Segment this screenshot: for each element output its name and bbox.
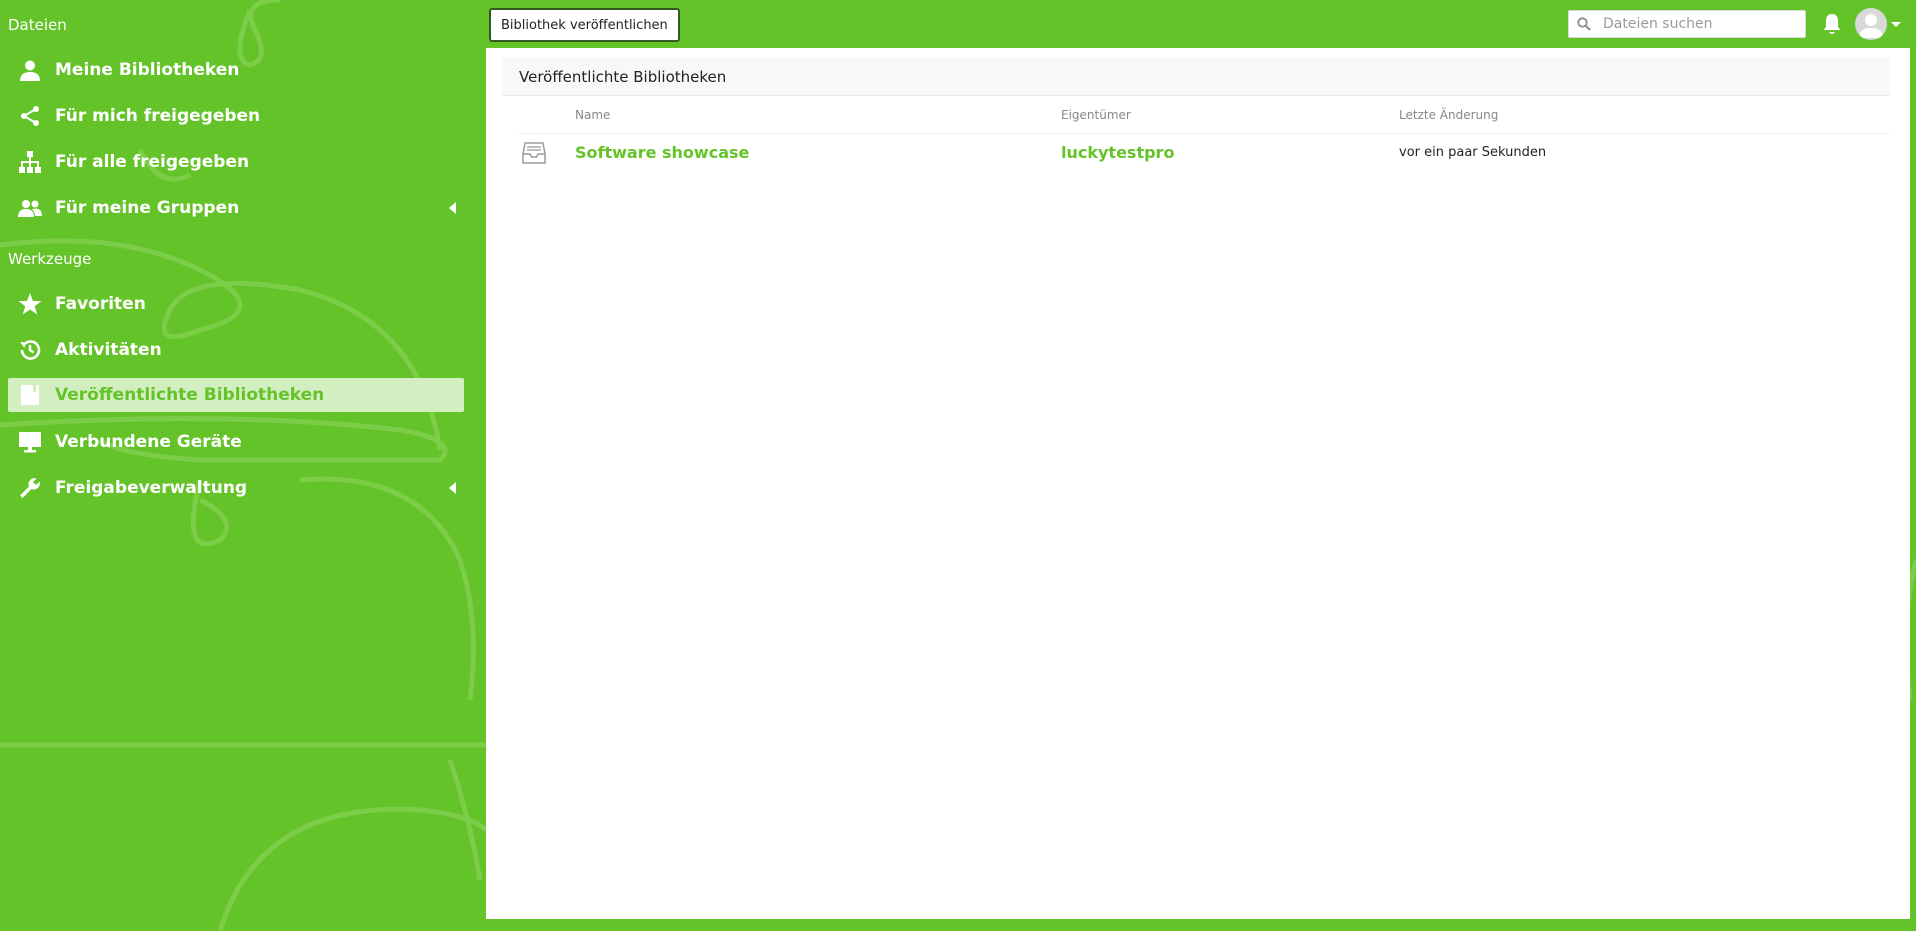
main-panel: Veröffentlichte Bibliotheken Name Eigent… — [486, 48, 1910, 919]
sidebar-item-connected-devices[interactable]: Verbundene Geräte — [8, 425, 464, 459]
sidebar-item-label: Freigabeverwaltung — [55, 478, 248, 498]
files-heading: Dateien — [8, 16, 67, 34]
tools-heading: Werkzeuge — [8, 250, 92, 268]
expand-caret-icon[interactable] — [449, 482, 456, 494]
sidebar-item-published-libraries[interactable]: Veröffentlichte Bibliotheken — [8, 378, 464, 412]
sidebar-item-my-libraries[interactable]: Meine Bibliotheken — [8, 53, 464, 87]
monitor-icon — [15, 427, 45, 457]
sidebar-item-label: Veröffentlichte Bibliotheken — [55, 385, 325, 405]
org-chart-icon — [15, 147, 45, 177]
page-title: Veröffentlichte Bibliotheken — [519, 68, 727, 86]
library-name-link[interactable]: Software showcase — [575, 143, 749, 162]
search-box[interactable] — [1568, 10, 1806, 38]
last-modified: vor ein paar Sekunden — [1399, 145, 1547, 160]
panel-header: Veröffentlichte Bibliotheken — [502, 58, 1890, 96]
library-icon — [522, 142, 546, 164]
expand-caret-icon[interactable] — [449, 202, 456, 214]
sidebar-item-shared-with-me[interactable]: Für mich freigegeben — [8, 99, 464, 133]
owner-link[interactable]: luckytestpro — [1061, 143, 1174, 162]
notification-bell-icon[interactable] — [1821, 12, 1843, 36]
user-icon — [15, 55, 45, 85]
column-header-owner[interactable]: Eigentümer — [1061, 108, 1131, 122]
avatar[interactable] — [1855, 8, 1887, 40]
publish-library-button[interactable]: Bibliothek veröffentlichen — [490, 9, 679, 41]
avatar-dropdown-icon[interactable] — [1891, 22, 1901, 27]
sidebar-item-label: Für meine Gruppen — [55, 198, 240, 218]
group-icon — [15, 193, 45, 223]
sidebar-item-label: Für mich freigegeben — [55, 106, 261, 126]
user-avatar-icon — [1859, 14, 1883, 38]
table-row[interactable]: Software showcase luckytestpro vor ein p… — [518, 134, 1890, 172]
search-input[interactable] — [1599, 16, 1793, 32]
share-icon — [15, 101, 45, 131]
sidebar-item-label: Für alle freigegeben — [55, 152, 250, 172]
sidebar-item-activities[interactable]: Aktivitäten — [8, 333, 464, 367]
sidebar-item-label: Favoriten — [55, 294, 146, 314]
star-icon — [15, 289, 45, 319]
sidebar-item-shared-with-all[interactable]: Für alle freigegeben — [8, 145, 464, 179]
column-header-modified[interactable]: Letzte Änderung — [1399, 108, 1498, 122]
sidebar-item-label: Aktivitäten — [55, 340, 162, 360]
sidebar-item-my-groups[interactable]: Für meine Gruppen — [8, 191, 464, 225]
sidebar-item-label: Verbundene Geräte — [55, 432, 242, 452]
sidebar: Dateien Meine Bibliotheken Für mich frei… — [0, 0, 486, 931]
column-header-name[interactable]: Name — [575, 108, 610, 122]
history-icon — [15, 335, 45, 365]
sidebar-item-label: Meine Bibliotheken — [55, 60, 240, 80]
sidebar-item-share-admin[interactable]: Freigabeverwaltung — [8, 471, 464, 505]
wrench-icon — [15, 473, 45, 503]
book-icon — [15, 380, 45, 410]
search-icon — [1569, 17, 1599, 31]
sidebar-item-favorites[interactable]: Favoriten — [8, 287, 464, 321]
